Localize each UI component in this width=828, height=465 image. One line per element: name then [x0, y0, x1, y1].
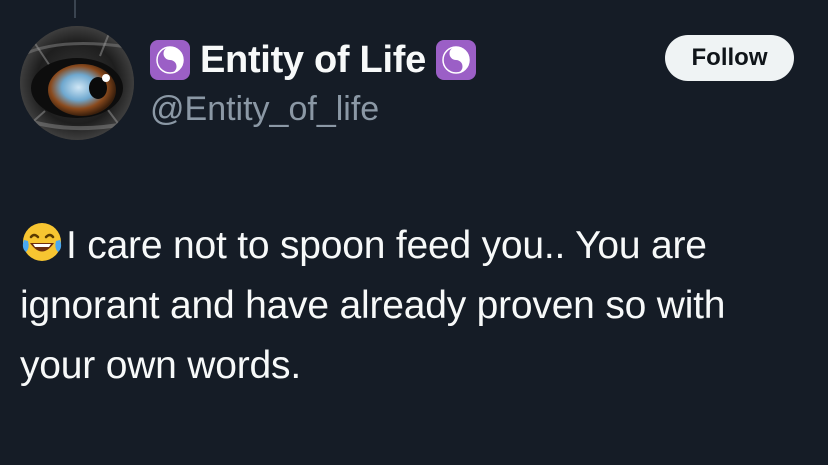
yin-yang-icon [150, 40, 190, 80]
user-handle[interactable]: @Entity_of_life [150, 90, 379, 129]
name-row: Entity of Life [150, 34, 476, 86]
yin-yang-icon [435, 40, 476, 80]
display-name[interactable]: Entity of Life [200, 39, 426, 82]
thread-connector-line [74, 0, 76, 18]
avatar[interactable] [20, 26, 134, 140]
tweet-text: I care not to spoon feed you.. You are i… [20, 224, 726, 387]
tweet-body: I care not to spoon feed you.. You are i… [20, 216, 810, 396]
face-with-tears-of-joy-icon [20, 220, 64, 264]
follow-button[interactable]: Follow [665, 35, 794, 81]
avatar-eye-image [20, 26, 134, 140]
tweet-card: Entity of Life @Entity_of_life Follow I … [0, 0, 828, 465]
